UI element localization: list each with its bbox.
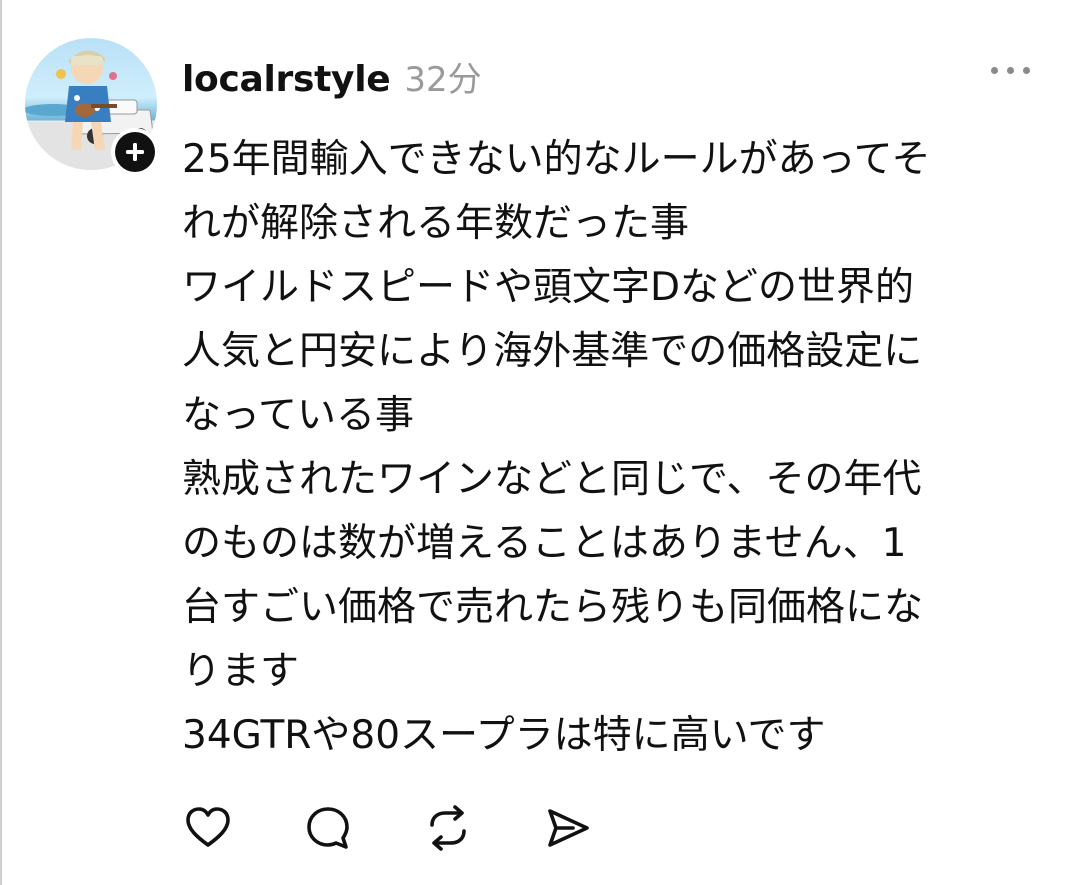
post-body-line: ワイルドスピードや頭文字Dなどの世界的	[182, 265, 915, 310]
repost-button[interactable]	[420, 800, 476, 856]
post-body-line: れが解除される年数だった事	[182, 201, 690, 246]
post-body-line: ります	[182, 649, 300, 694]
comment-bubble-icon	[307, 807, 349, 849]
repost-arrows-icon	[430, 805, 466, 851]
share-button[interactable]	[540, 800, 596, 856]
send-icon	[548, 809, 589, 847]
heart-icon	[186, 807, 230, 847]
post-body-line: 熟成されたワインなどと同じで、その年代	[182, 457, 922, 502]
post: localrstyle 32分 25年間輸入できない的なルールがあってそ れが解…	[0, 0, 1080, 885]
more-horizontal-icon	[990, 66, 998, 74]
post-body-line: のものは数が増えることはありません、1	[182, 521, 907, 566]
post-body-line: 台すごい価格で売れたら残りも同価格にな	[182, 585, 924, 630]
reply-button[interactable]	[300, 800, 356, 856]
post-body-line: 34GTRや80スープラは特に高いです	[182, 713, 826, 758]
post-body: 25年間輸入できない的なルールがあってそ れが解除される年数だった事 ワイルドス…	[182, 128, 1052, 768]
post-body-line: なっている事	[182, 393, 415, 438]
post-body-line: 人気と円安により海外基準での価格設定に	[182, 329, 923, 374]
post-actions	[180, 800, 660, 856]
post-header: localrstyle 32分	[182, 52, 482, 100]
more-options-button[interactable]	[980, 58, 1040, 82]
username[interactable]: localrstyle	[182, 59, 391, 100]
follow-button[interactable]	[111, 128, 159, 176]
post-body-line: 25年間輸入できない的なルールがあってそ	[182, 137, 931, 182]
plus-icon	[115, 132, 155, 172]
like-button[interactable]	[180, 800, 236, 856]
timestamp: 32分	[404, 60, 482, 100]
